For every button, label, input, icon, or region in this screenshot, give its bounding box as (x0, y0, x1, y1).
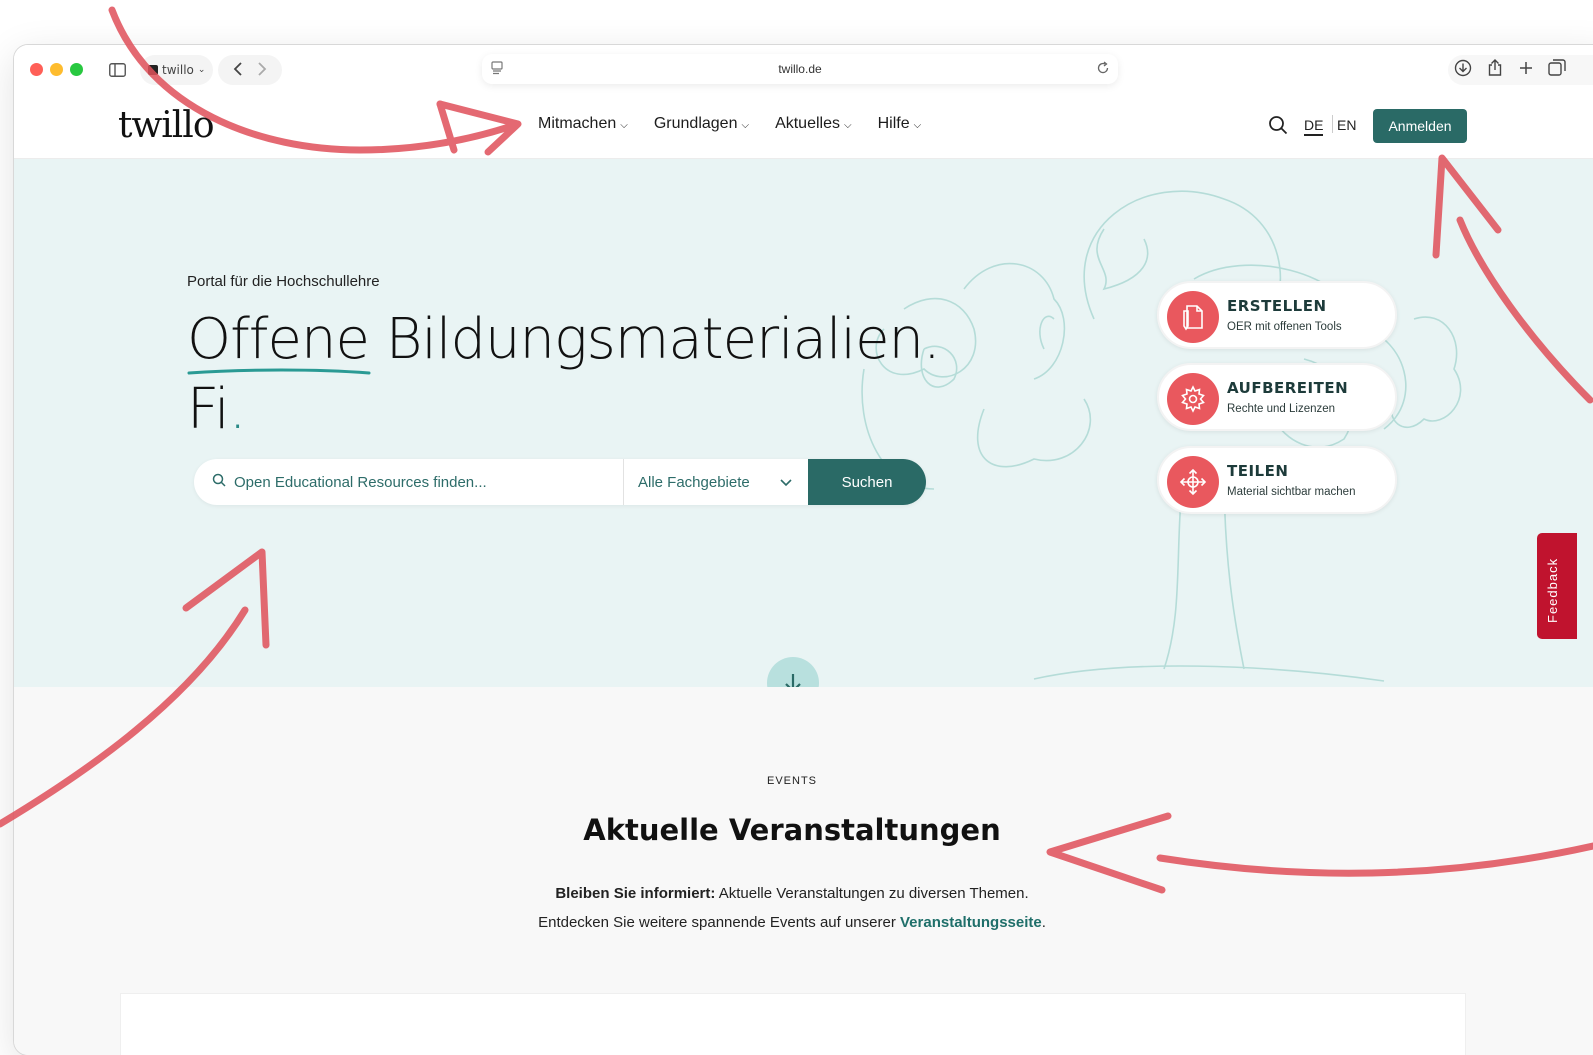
new-tab-icon[interactable] (1518, 60, 1534, 80)
search-icon (212, 473, 226, 491)
card-subtitle: Rechte und Lizenzen (1227, 403, 1336, 415)
events-title: Aktuelle Veranstaltungen (583, 813, 1001, 847)
share-icon[interactable] (1486, 59, 1504, 81)
browser-window: twillo ⌄ twillo.de twillo Mitmachen ⌵ Gr… (14, 45, 1593, 1055)
subject-select-value: Alle Fachgebiete (638, 473, 750, 491)
login-button[interactable]: Anmelden (1373, 109, 1467, 143)
nav-item-hilfe[interactable]: Hilfe ⌵ (878, 115, 922, 133)
hero-headline: Offene Bildungsmaterialien. Fi. (187, 305, 941, 445)
card-subtitle: OER mit offenen Tools (1227, 321, 1342, 333)
events-line2-prefix: Entdecken Sie weitere spannende Events a… (538, 914, 900, 931)
events-page-link[interactable]: Veranstaltungsseite (900, 914, 1042, 931)
site-logo[interactable]: twillo (118, 105, 214, 146)
headline-dot: . (228, 377, 247, 442)
language-de[interactable]: DE (1304, 117, 1324, 136)
headline-line-1: Offene Bildungsmaterialien. (187, 307, 941, 372)
tab-title: twillo (162, 63, 194, 77)
download-icon[interactable] (1454, 59, 1472, 81)
hero-kicker: Portal für die Hochschullehre (187, 273, 380, 290)
language-separator (1332, 115, 1333, 133)
events-line2-suffix: . (1041, 914, 1046, 931)
feedback-tab[interactable]: Feedback (1537, 533, 1577, 639)
language-en[interactable]: EN (1337, 117, 1356, 133)
events-intro: Bleiben Sie informiert: Aktuelle Veranst… (14, 879, 1570, 937)
events-intro-bold: Bleiben Sie informiert: (555, 885, 716, 902)
card-title: AUFBEREITEN (1227, 379, 1349, 397)
nav-label: Grundlagen (653, 115, 738, 132)
oer-search-form: Open Educational Resources finden... All… (194, 459, 926, 505)
history-nav (218, 55, 282, 85)
chevron-down-icon: ⌵ (620, 119, 628, 131)
nav-label: Hilfe (877, 115, 910, 132)
card-aufbereiten[interactable]: AUFBEREITEN Rechte und Lizenzen (1157, 363, 1397, 431)
search-placeholder: Open Educational Resources finden... (234, 473, 487, 491)
site-header: twillo Mitmachen ⌵ Grundlagen ⌵ Aktuelles ⌵… (14, 93, 1593, 159)
hero-section: Portal für die Hochschullehre Offene Bil… (14, 159, 1593, 687)
chevron-down-icon: ⌵ (843, 119, 852, 131)
nav-item-grundlagen[interactable]: Grundlagen ⌵ (654, 115, 749, 133)
minimize-window-button[interactable] (50, 63, 63, 76)
chevron-down-icon: ⌵ (913, 119, 922, 131)
events-list-panel (120, 993, 1466, 1055)
nav-label: Aktuelles (775, 115, 840, 132)
move-arrows-icon (1167, 456, 1219, 508)
card-subtitle: Material sichtbar machen (1227, 486, 1356, 498)
tab-overview-icon[interactable] (1548, 59, 1566, 81)
nav-label: Mitmachen (538, 115, 617, 132)
search-icon[interactable] (1268, 115, 1288, 139)
oer-search-input[interactable]: Open Educational Resources finden... (194, 459, 624, 505)
zoom-window-button[interactable] (70, 63, 83, 76)
main-nav: Mitmachen ⌵ Grundlagen ⌵ Aktuelles ⌵ Hilfe ⌵ (538, 115, 921, 133)
document-icon (1167, 291, 1219, 343)
card-teilen[interactable]: TEILEN Material sichtbar machen (1157, 446, 1397, 514)
reader-icon[interactable] (490, 61, 504, 78)
chevron-down-icon: ⌵ (741, 119, 750, 131)
toolbar-actions (1448, 55, 1593, 85)
url-text: twillo.de (778, 62, 822, 76)
tab-group-button[interactable]: twillo ⌄ (140, 55, 214, 85)
close-window-button[interactable] (30, 63, 43, 76)
back-icon[interactable] (233, 61, 243, 79)
gear-icon (1167, 373, 1219, 425)
sidebar-toggle-icon[interactable] (102, 55, 132, 85)
chevron-down-icon: ⌄ (197, 65, 206, 75)
events-section: EVENTS Aktuelle Veranstaltungen Bleiben … (14, 687, 1593, 1055)
headline-line-2: Fi (187, 377, 230, 442)
card-erstellen[interactable]: ERSTELLEN OER mit offenen Tools (1157, 281, 1397, 349)
card-title: TEILEN (1227, 462, 1289, 480)
search-submit-button[interactable]: Suchen (808, 459, 926, 505)
events-intro-rest: Aktuelle Veranstaltungen zu diversen The… (715, 885, 1029, 902)
reload-icon[interactable] (1096, 61, 1110, 78)
subject-select[interactable]: Alle Fachgebiete (624, 459, 808, 505)
browser-toolbar: twillo ⌄ twillo.de (14, 45, 1593, 93)
favicon-icon (148, 65, 158, 75)
nav-item-mitmachen[interactable]: Mitmachen ⌵ (538, 115, 628, 133)
headline-underline (187, 368, 371, 375)
chevron-down-icon (780, 474, 792, 491)
events-kicker: EVENTS (766, 775, 817, 787)
feedback-label: Feedback (1545, 557, 1560, 623)
address-bar[interactable]: twillo.de (482, 54, 1118, 84)
card-title: ERSTELLEN (1227, 297, 1327, 315)
nav-item-aktuelles[interactable]: Aktuelles ⌵ (775, 115, 852, 133)
forward-icon[interactable] (257, 61, 267, 79)
